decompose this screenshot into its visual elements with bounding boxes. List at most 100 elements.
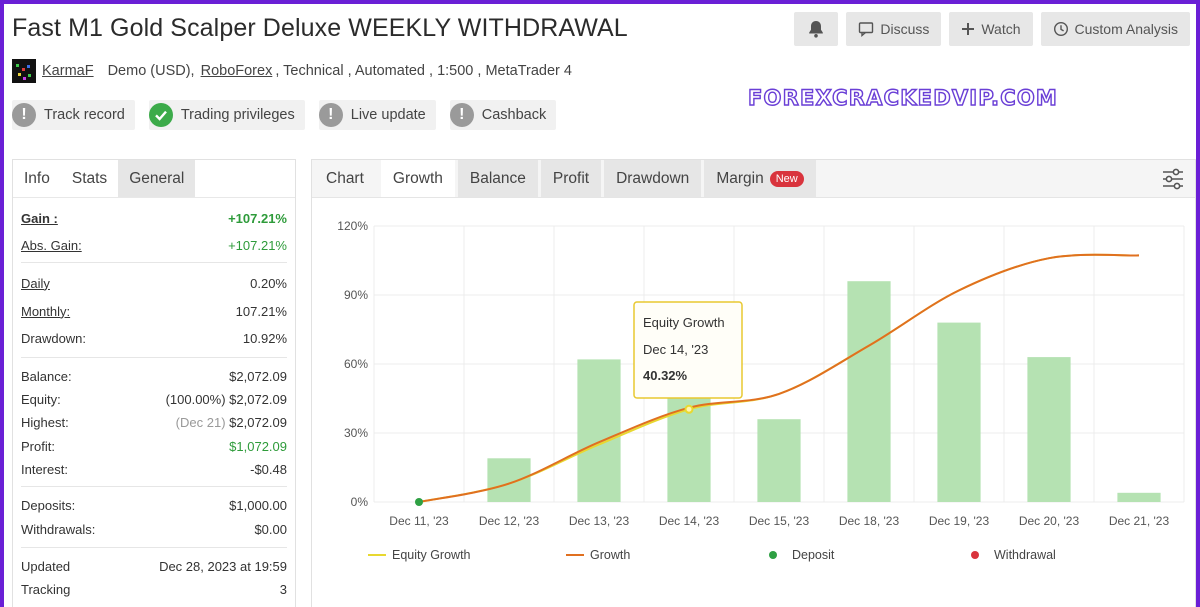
- stat-interest: Interest: -$0.48: [21, 458, 287, 480]
- warning-icon: !: [318, 103, 343, 127]
- clock-icon: [1053, 21, 1068, 37]
- stat-value: +107.21%: [228, 210, 287, 226]
- stat-value: +107.21%: [228, 237, 287, 253]
- growth-chart[interactable]: 0%30%60%90%120% Dec 11, '23 Dec 12, '23 De…: [312, 200, 1195, 607]
- page-frame: Fast M1 Gold Scalper Deluxe WEEKLY WITHD…: [4, 4, 1196, 607]
- legend-label: Equity Growth: [392, 548, 471, 562]
- author-link[interactable]: KarmaF: [42, 63, 94, 79]
- x-tick-label: Dec 11, '23: [389, 514, 449, 528]
- stats-group-gain: Gain : +107.21% Abs. Gain: +107.21%: [21, 198, 287, 263]
- badge-label: Trading privileges: [180, 107, 295, 123]
- chart-bar: [487, 458, 531, 502]
- warning-icon: !: [449, 103, 474, 127]
- chart-legend: Equity Growth Growth Deposit Withdrawal: [368, 548, 1056, 562]
- tab-drawdown[interactable]: Drawdown: [604, 160, 702, 197]
- hover-point[interactable]: [684, 404, 694, 414]
- broker-link[interactable]: RoboForex: [201, 63, 273, 79]
- y-tick-label: 90%: [344, 288, 368, 302]
- stat-equity: Equity: (100.00%) $2,072.09: [21, 388, 287, 411]
- notifications-button[interactable]: [794, 12, 839, 46]
- discuss-button[interactable]: Discuss: [846, 12, 942, 46]
- tab-stats[interactable]: Stats: [60, 160, 119, 197]
- badge-live-update[interactable]: ! Live update: [318, 100, 436, 130]
- stats-group-deposits: Deposits: $1,000.00 Withdrawals: $0.00: [21, 487, 287, 548]
- badge-cashback[interactable]: ! Cashback: [449, 100, 557, 130]
- stats-tabs: Info Stats General: [13, 160, 295, 198]
- watch-button[interactable]: Watch: [949, 12, 1033, 46]
- deposit-point[interactable]: [415, 498, 423, 506]
- watermark: FOREXCRACKEDVIP.COM: [747, 85, 1058, 110]
- chart-tabs: Chart Growth Balance Profit Drawdown Mar…: [312, 160, 1195, 198]
- bell-icon: [809, 21, 824, 38]
- stat-deposits: Deposits: $1,000.00: [21, 493, 287, 517]
- x-tick-label: Dec 18, '23: [839, 514, 900, 528]
- chart-panel: Chart Growth Balance Profit Drawdown Mar…: [311, 159, 1196, 607]
- top-actions: Discuss Watch Custom Analysis: [794, 12, 1190, 46]
- legend-swatch: [971, 551, 979, 559]
- stat-value: $1,072.09: [229, 438, 287, 454]
- stat-label[interactable]: Daily: [21, 276, 50, 291]
- badge-label: Cashback: [481, 107, 547, 123]
- tab-profit[interactable]: Profit: [540, 160, 602, 197]
- legend-label: Withdrawal: [994, 548, 1056, 562]
- stat-label: Balance:: [21, 368, 72, 384]
- stat-value: -$0.48: [250, 461, 287, 477]
- stat-tracking: Tracking 3: [21, 578, 287, 600]
- author-avatar: [12, 59, 36, 83]
- x-tick-label: Dec 15, '23: [749, 514, 810, 528]
- stat-label: Drawdown:: [21, 330, 87, 346]
- legend-label: Deposit: [792, 548, 835, 562]
- stat-value: (100.00%) $2,072.09: [165, 392, 287, 407]
- tooltip-series: Equity Growth: [643, 315, 725, 330]
- chart-bar: [1117, 492, 1161, 502]
- system-meta: KarmaF Demo (USD), RoboForex , Technical…: [12, 59, 572, 83]
- tab-margin[interactable]: Margin New: [704, 160, 816, 197]
- tab-growth[interactable]: Growth: [380, 160, 455, 197]
- stat-value: 3: [279, 581, 287, 597]
- tab-balance[interactable]: Balance: [457, 160, 538, 197]
- stats-table: Gain : +107.21% Abs. Gain: +107.21% Dail…: [13, 198, 295, 606]
- stat-gain: Gain : +107.21%: [21, 204, 287, 232]
- tab-general[interactable]: General: [118, 160, 196, 197]
- watch-label: Watch: [981, 21, 1021, 37]
- chart-settings-icon[interactable]: [1161, 168, 1185, 190]
- stat-value: $1,000.00: [229, 497, 287, 513]
- stats-panel: Info Stats General Gain : +107.21% Abs. …: [12, 159, 296, 607]
- tab-info[interactable]: Info: [13, 160, 61, 197]
- check-icon: [148, 103, 173, 127]
- x-tick-label: Dec 13, '23: [569, 514, 630, 528]
- tab-margin-label: Margin: [716, 169, 764, 187]
- custom-analysis-button[interactable]: Custom Analysis: [1040, 12, 1190, 46]
- stat-label: Equity:: [21, 392, 61, 407]
- stat-label: Tracking: [21, 581, 71, 597]
- badge-track-record[interactable]: ! Track record: [12, 100, 135, 130]
- stat-value: $2,072.09: [229, 368, 287, 384]
- stat-label[interactable]: Monthly:: [21, 304, 70, 319]
- page-title: Fast M1 Gold Scalper Deluxe WEEKLY WITHD…: [12, 14, 628, 42]
- x-tick-label: Dec 20, '23: [1019, 514, 1080, 528]
- stat-label: Profit:: [21, 438, 55, 454]
- stat-value: $2,072.09: [229, 415, 287, 430]
- badges-row: ! Track record Trading privileges ! Live…: [12, 100, 557, 130]
- custom-analysis-label: Custom Analysis: [1074, 21, 1178, 37]
- stat-highest: Highest: (Dec 21) $2,072.09: [21, 411, 287, 434]
- stat-label[interactable]: Abs. Gain:: [21, 238, 82, 253]
- badge-label: Track record: [44, 107, 125, 123]
- discuss-label: Discuss: [880, 21, 930, 37]
- x-tick-label: Dec 12, '23: [479, 514, 540, 528]
- legend-swatch: [769, 551, 777, 559]
- stat-abs-gain: Abs. Gain: +107.21%: [21, 232, 287, 258]
- stats-group-updated: Updated Dec 28, 2023 at 19:59 Tracking 3: [21, 548, 287, 606]
- stat-balance: Balance: $2,072.09: [21, 364, 287, 388]
- x-tick-label: Dec 14, '23: [659, 514, 720, 528]
- stat-label[interactable]: Gain :: [21, 211, 58, 226]
- chat-icon: [859, 22, 874, 37]
- chart-tooltip: Equity Growth Dec 14, '23 40.32%: [633, 301, 743, 399]
- chart-tabs-label: Chart: [312, 160, 378, 197]
- stat-label: Deposits:: [21, 497, 76, 513]
- stat-label: Highest:: [21, 415, 69, 430]
- chart-bar: [757, 419, 801, 502]
- legend-label: Growth: [590, 548, 630, 562]
- badge-trading-privileges[interactable]: Trading privileges: [148, 100, 305, 130]
- stat-value-wrap: (Dec 21) $2,072.09: [176, 415, 287, 430]
